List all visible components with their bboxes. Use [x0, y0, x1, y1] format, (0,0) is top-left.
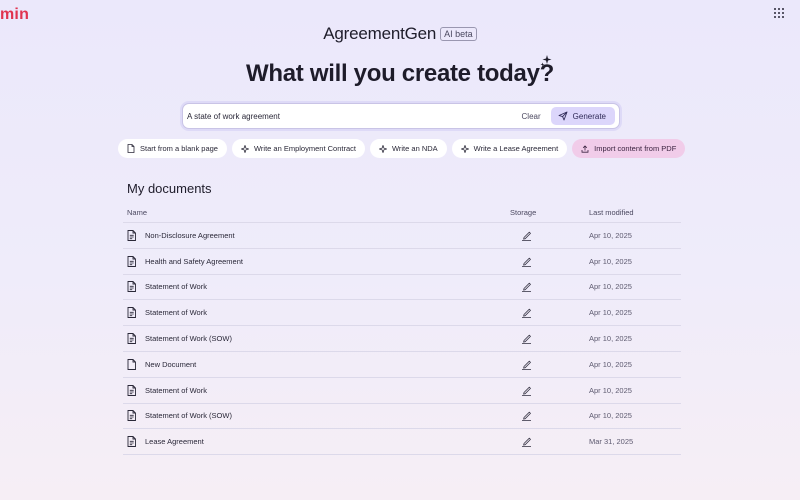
document-icon	[127, 229, 136, 241]
column-header-modified[interactable]: Last modified	[578, 208, 681, 217]
last-modified-cell: Apr 10, 2025	[589, 230, 632, 240]
column-header-storage[interactable]: Storage	[498, 208, 578, 217]
document-name-cell: Lease Agreement	[123, 436, 498, 448]
storage-cell	[498, 307, 578, 319]
chip-employment-contract[interactable]: Write an Employment Contract	[231, 139, 365, 158]
document-icon	[127, 410, 136, 422]
send-icon	[558, 111, 568, 121]
table-row[interactable]: Statement of Work Apr 10, 2025	[123, 300, 681, 327]
table-row[interactable]: Statement of Work Apr 10, 2025	[123, 275, 681, 301]
storage-cell	[498, 385, 578, 396]
sparkle-icon	[378, 144, 387, 153]
table-row[interactable]: New Document Apr 10, 2025	[123, 352, 681, 378]
table-header: Name Storage Last modified	[123, 203, 681, 223]
document-icon	[127, 333, 136, 345]
document-icon	[127, 436, 136, 448]
document-name-cell: Non-Disclosure Agreement	[123, 229, 498, 241]
chip-import-pdf[interactable]: Import content from PDF	[572, 139, 686, 158]
storage-cell	[498, 333, 578, 344]
document-icon	[127, 307, 136, 319]
document-name[interactable]: Statement of Work	[145, 282, 207, 291]
table-row[interactable]: Statement of Work (SOW) Apr 10, 2025	[123, 404, 681, 430]
chip-blank-page[interactable]: Start from a blank page	[118, 139, 227, 158]
storage-cell	[498, 436, 578, 448]
storage-cell	[498, 359, 578, 370]
chip-label: Import content from PDF	[594, 144, 677, 153]
document-name[interactable]: Statement of Work (SOW)	[145, 334, 232, 343]
apps-grid-icon[interactable]	[774, 8, 784, 18]
corner-logo[interactable]: min	[0, 6, 29, 24]
storage-cell	[498, 410, 578, 422]
last-modified-cell: Apr 10, 2025	[589, 282, 632, 292]
document-name-cell: Statement of Work	[123, 307, 498, 319]
storage-cell	[498, 230, 578, 241]
column-header-name[interactable]: Name	[123, 208, 498, 217]
beta-badge: AI beta	[440, 27, 477, 41]
sparkle-icon	[540, 55, 552, 66]
sparkle-icon	[460, 144, 469, 153]
sparkle-icon	[240, 144, 249, 153]
generate-label: Generate	[572, 111, 606, 121]
storage-cell	[498, 256, 578, 267]
last-modified-cell: Apr 10, 2025	[589, 308, 632, 318]
table-row[interactable]: Statement of Work Apr 10, 2025	[123, 378, 681, 404]
generate-button[interactable]: Generate	[550, 107, 615, 125]
document-name[interactable]: Health and Safety Agreement	[145, 257, 243, 266]
clear-button[interactable]: Clear	[522, 112, 541, 121]
chip-lease-agreement[interactable]: Write a Lease Agreement	[451, 139, 568, 158]
prompt-bar: Clear Generate	[182, 103, 620, 129]
signature-pen-icon	[521, 256, 532, 267]
document-icon	[127, 384, 136, 396]
signature-pen-icon	[521, 230, 532, 241]
last-modified-cell: Apr 10, 2025	[589, 359, 632, 369]
document-name[interactable]: Statement of Work	[145, 308, 207, 317]
hero: What will you create today?	[0, 60, 800, 88]
storage-cell	[498, 281, 578, 293]
table-row[interactable]: Lease Agreement Mar 31, 2025	[123, 429, 681, 456]
document-name-cell: Statement of Work	[123, 384, 498, 396]
table-row[interactable]: Health and Safety Agreement Apr 10, 2025	[123, 249, 681, 275]
last-modified-cell: Apr 10, 2025	[589, 385, 632, 395]
document-name-cell: Statement of Work (SOW)	[123, 333, 498, 345]
document-name-cell: Statement of Work (SOW)	[123, 410, 498, 422]
document-name[interactable]: Statement of Work (SOW)	[145, 411, 232, 420]
document-icon	[127, 281, 136, 293]
signature-pen-icon	[521, 281, 532, 293]
quick-actions: Start from a blank page Write an Employm…	[118, 139, 686, 158]
documents-table: Name Storage Last modified Non-Disclosur…	[123, 203, 681, 456]
file-icon	[127, 144, 135, 153]
document-name[interactable]: Lease Agreement	[145, 437, 204, 446]
brand-name[interactable]: AgreementGen	[323, 24, 436, 44]
document-name[interactable]: Statement of Work	[145, 386, 207, 395]
table-row[interactable]: Statement of Work (SOW) Apr 10, 2025	[123, 326, 681, 352]
last-modified-cell: Apr 10, 2025	[589, 256, 632, 266]
chip-label: Write an NDA	[391, 144, 438, 153]
table-row[interactable]: Non-Disclosure Agreement Apr 10, 2025	[123, 223, 681, 249]
last-modified-cell: Mar 31, 2025	[589, 437, 634, 447]
document-name-cell: Health and Safety Agreement	[123, 255, 498, 267]
last-modified-cell: Apr 10, 2025	[589, 411, 632, 421]
signature-pen-icon	[521, 359, 532, 370]
signature-pen-icon	[521, 436, 532, 448]
chip-nda[interactable]: Write an NDA	[369, 139, 447, 158]
document-name-cell: New Document	[123, 358, 498, 370]
document-name[interactable]: Non-Disclosure Agreement	[145, 231, 235, 240]
documents-title: My documents	[127, 181, 212, 196]
signature-pen-icon	[521, 385, 532, 396]
last-modified-cell: Apr 10, 2025	[589, 334, 632, 344]
blank-document-icon	[127, 358, 136, 370]
document-icon	[127, 255, 136, 267]
signature-pen-icon	[521, 307, 532, 319]
chip-label: Write a Lease Agreement	[473, 144, 559, 153]
chip-label: Write an Employment Contract	[253, 144, 356, 153]
chip-label: Start from a blank page	[140, 144, 218, 153]
brand-header: AgreementGen AI beta	[0, 24, 800, 44]
upload-icon	[581, 144, 589, 153]
signature-pen-icon	[521, 410, 532, 422]
document-name-cell: Statement of Work	[123, 281, 498, 293]
hero-title: What will you create today?	[246, 60, 554, 87]
prompt-input[interactable]	[187, 111, 522, 121]
signature-pen-icon	[521, 333, 532, 344]
document-name[interactable]: New Document	[145, 360, 196, 369]
